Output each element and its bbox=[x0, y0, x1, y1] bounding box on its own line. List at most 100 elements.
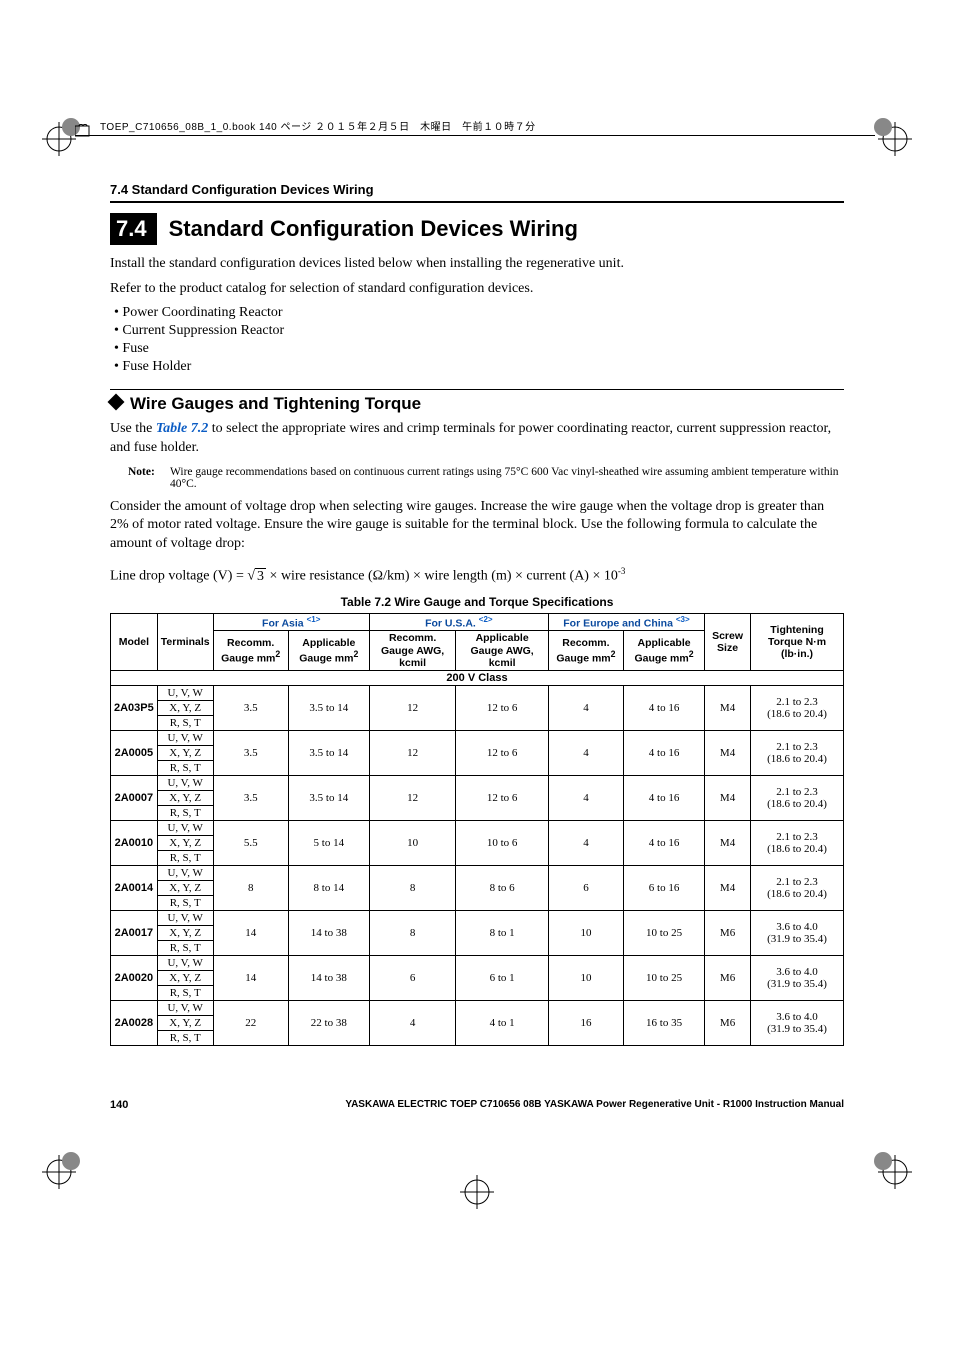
value-cell: 4 to 1 bbox=[456, 1000, 548, 1045]
terminal-cell: R, S, T bbox=[157, 940, 213, 955]
value-cell: M6 bbox=[705, 910, 751, 955]
terminal-cell: X, Y, Z bbox=[157, 700, 213, 715]
bullet-item: Fuse bbox=[114, 341, 844, 357]
terminal-cell: U, V, W bbox=[157, 685, 213, 700]
torque-cell: 3.6 to 4.0(31.9 to 35.4) bbox=[751, 910, 844, 955]
value-cell: 4 bbox=[369, 1000, 456, 1045]
th-usa: For U.S.A. <2> bbox=[369, 613, 548, 631]
terminal-cell: X, Y, Z bbox=[157, 790, 213, 805]
value-cell: 10 to 6 bbox=[456, 820, 548, 865]
value-cell: 3.5 bbox=[213, 685, 288, 730]
terminal-cell: U, V, W bbox=[157, 730, 213, 745]
th-recomm-eu: Recomm. Gauge mm2 bbox=[548, 631, 623, 670]
value-cell: 12 bbox=[369, 775, 456, 820]
value-cell: 12 to 6 bbox=[456, 775, 548, 820]
corner-dot-icon bbox=[874, 1152, 892, 1170]
value-cell: M4 bbox=[705, 685, 751, 730]
terminal-cell: R, S, T bbox=[157, 1030, 213, 1045]
value-cell: 8 to 6 bbox=[456, 865, 548, 910]
terminal-cell: U, V, W bbox=[157, 820, 213, 835]
formula: Line drop voltage (V) = √3 × wire resist… bbox=[110, 566, 844, 585]
model-cell: 2A0010 bbox=[111, 820, 158, 865]
value-cell: 3.5 bbox=[213, 730, 288, 775]
terminal-cell: X, Y, Z bbox=[157, 745, 213, 760]
value-cell: 4 to 16 bbox=[624, 730, 705, 775]
terminal-cell: R, S, T bbox=[157, 850, 213, 865]
spec-table: Model Terminals For Asia <1> For U.S.A. … bbox=[110, 613, 844, 1046]
intro-line-1: Install the standard configuration devic… bbox=[110, 255, 844, 274]
table-reference-link[interactable]: Table 7.2 bbox=[156, 421, 208, 436]
intro-line-2: Refer to the product catalog for selecti… bbox=[110, 280, 844, 299]
page-number: 140 bbox=[110, 1099, 128, 1111]
value-cell: 16 to 35 bbox=[624, 1000, 705, 1045]
torque-cell: 2.1 to 2.3(18.6 to 20.4) bbox=[751, 775, 844, 820]
th-model: Model bbox=[111, 613, 158, 670]
chapter-title-text: Standard Configuration Devices Wiring bbox=[169, 216, 578, 242]
th-tightening: Tightening Torque N·m (lb·in.) bbox=[751, 613, 844, 670]
bullet-item: Fuse Holder bbox=[114, 359, 844, 375]
use-paragraph: Use the Table 7.2 to select the appropri… bbox=[110, 420, 844, 458]
torque-cell: 3.6 to 4.0(31.9 to 35.4) bbox=[751, 955, 844, 1000]
terminal-cell: X, Y, Z bbox=[157, 970, 213, 985]
terminal-cell: R, S, T bbox=[157, 895, 213, 910]
value-cell: 8 bbox=[213, 865, 288, 910]
th-recomm-asia: Recomm. Gauge mm2 bbox=[213, 631, 288, 670]
value-cell: 10 to 25 bbox=[624, 910, 705, 955]
value-cell: M4 bbox=[705, 775, 751, 820]
value-cell: 4 bbox=[548, 685, 623, 730]
page-footer: 140 YASKAWA ELECTRIC TOEP C710656 08B YA… bbox=[110, 1099, 844, 1111]
value-cell: 22 bbox=[213, 1000, 288, 1045]
value-cell: 3.5 bbox=[213, 775, 288, 820]
value-cell: 4 bbox=[548, 820, 623, 865]
th-applic-asia: Applicable Gauge mm2 bbox=[288, 631, 369, 670]
chapter-number: 7.4 bbox=[110, 213, 157, 245]
terminal-cell: R, S, T bbox=[157, 985, 213, 1000]
terminal-cell: X, Y, Z bbox=[157, 1015, 213, 1030]
value-cell: 3.5 to 14 bbox=[288, 685, 369, 730]
torque-cell: 2.1 to 2.3(18.6 to 20.4) bbox=[751, 730, 844, 775]
torque-cell: 2.1 to 2.3(18.6 to 20.4) bbox=[751, 865, 844, 910]
terminal-cell: U, V, W bbox=[157, 955, 213, 970]
section-heading-text: Wire Gauges and Tightening Torque bbox=[130, 394, 421, 413]
th-terminals: Terminals bbox=[157, 613, 213, 670]
value-cell: 14 to 38 bbox=[288, 910, 369, 955]
torque-cell: 2.1 to 2.3(18.6 to 20.4) bbox=[751, 685, 844, 730]
terminal-cell: U, V, W bbox=[157, 1000, 213, 1015]
th-asia: For Asia <1> bbox=[213, 613, 369, 631]
terminal-cell: U, V, W bbox=[157, 865, 213, 880]
model-cell: 2A0007 bbox=[111, 775, 158, 820]
value-cell: 6 bbox=[369, 955, 456, 1000]
value-cell: 4 bbox=[548, 775, 623, 820]
table-caption: Table 7.2 Wire Gauge and Torque Specific… bbox=[110, 595, 844, 609]
footer-text: YASKAWA ELECTRIC TOEP C710656 08B YASKAW… bbox=[345, 1099, 844, 1111]
torque-cell: 3.6 to 4.0(31.9 to 35.4) bbox=[751, 1000, 844, 1045]
formula-sqrt: 3 bbox=[255, 568, 266, 584]
consider-paragraph: Consider the amount of voltage drop when… bbox=[110, 498, 844, 555]
model-cell: 2A0014 bbox=[111, 865, 158, 910]
value-cell: 22 to 38 bbox=[288, 1000, 369, 1045]
model-cell: 2A0005 bbox=[111, 730, 158, 775]
value-cell: 14 to 38 bbox=[288, 955, 369, 1000]
th-eu: For Europe and China <3> bbox=[548, 613, 704, 631]
value-cell: 4 to 16 bbox=[624, 775, 705, 820]
binder-icon bbox=[75, 124, 95, 142]
value-cell: M4 bbox=[705, 730, 751, 775]
model-cell: 2A03P5 bbox=[111, 685, 158, 730]
terminal-cell: X, Y, Z bbox=[157, 880, 213, 895]
terminal-cell: X, Y, Z bbox=[157, 835, 213, 850]
value-cell: 12 to 6 bbox=[456, 730, 548, 775]
value-cell: 10 bbox=[548, 955, 623, 1000]
chapter-title: 7.4 Standard Configuration Devices Wirin… bbox=[110, 213, 844, 245]
running-head-rule bbox=[110, 201, 844, 203]
value-cell: 6 to 16 bbox=[624, 865, 705, 910]
section-heading: Wire Gauges and Tightening Torque bbox=[110, 394, 844, 414]
note-text: Wire gauge recommendations based on cont… bbox=[170, 466, 844, 490]
value-cell: 12 bbox=[369, 685, 456, 730]
bullet-item: Power Coordinating Reactor bbox=[114, 305, 844, 321]
formula-tail: × wire resistance (Ω/km) × wire length (… bbox=[266, 569, 618, 584]
bullet-list: Power Coordinating Reactor Current Suppr… bbox=[114, 305, 844, 375]
value-cell: 10 to 25 bbox=[624, 955, 705, 1000]
model-cell: 2A0017 bbox=[111, 910, 158, 955]
value-cell: M6 bbox=[705, 1000, 751, 1045]
diamond-icon bbox=[108, 393, 125, 410]
